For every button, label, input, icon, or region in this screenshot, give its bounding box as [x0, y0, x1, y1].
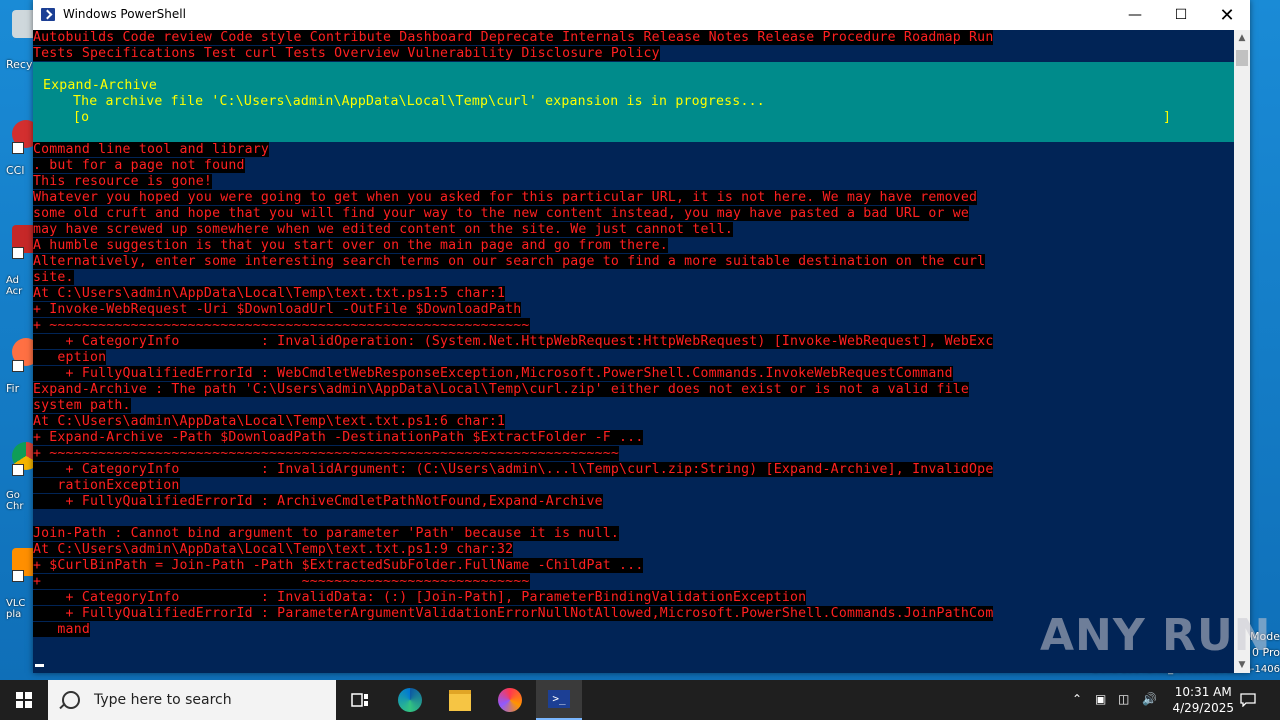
clock-date: 4/29/2025 — [1172, 701, 1234, 715]
file-explorer-icon[interactable] — [440, 680, 480, 720]
start-button[interactable] — [0, 680, 48, 720]
powershell-taskbar-icon[interactable]: >_ — [536, 680, 582, 720]
progress-panel: Expand-Archive The archive file 'C:\User… — [33, 62, 1234, 142]
error-line: + CategoryInfo : InvalidData: (:) [Join-… — [33, 590, 807, 605]
task-view-icon[interactable] — [340, 680, 380, 720]
error-line: eption — [33, 350, 107, 365]
close-button[interactable]: ✕ — [1204, 0, 1250, 30]
windows-logo-icon — [16, 692, 32, 708]
taskbar-clock[interactable]: 10:31 AM 4/29/2025 — [1172, 684, 1234, 716]
error-line: At C:\Users\admin\AppData\Local\Temp\tex… — [33, 414, 506, 429]
desktop-icon-label: Go Chr — [6, 490, 24, 512]
taskbar: Type here to search >_ ⌃ ▣ ◫ 🔊 10:31 AM … — [0, 680, 1280, 720]
error-line: + FullyQualifiedErrorId : ParameterArgum… — [33, 606, 994, 621]
error-line: mand — [33, 622, 90, 637]
minimize-button[interactable]: — — [1112, 0, 1158, 30]
firefox-icon[interactable]: Fir — [0, 338, 40, 398]
console-output[interactable]: Autobuilds Code review Code style Contri… — [33, 30, 1234, 673]
progress-bar-open: [o — [73, 110, 90, 125]
error-line: system path. — [33, 398, 131, 413]
taskbar-search-box[interactable]: Type here to search — [48, 680, 336, 720]
error-line: + ~~~~~~~~~~~~~~~~~~~~~~~~~~~~ — [33, 574, 530, 589]
ethernet-icon[interactable]: ◫ — [1118, 692, 1129, 706]
notification-icon[interactable] — [1234, 680, 1262, 720]
error-line: + FullyQualifiedErrorId : ArchiveCmdletP… — [33, 494, 603, 509]
show-hidden-icons-chevron-icon[interactable]: ⌃ — [1072, 692, 1082, 706]
anyrun-watermark: ANY RUN — [1040, 610, 1272, 661]
window-title: Windows PowerShell — [63, 7, 186, 21]
search-placeholder: Type here to search — [94, 692, 232, 708]
vlc-icon[interactable]: VLC pla — [0, 548, 40, 620]
desktop-icon-label: Fir — [6, 382, 20, 395]
error-output: Command line tool and library. but for a… — [33, 142, 994, 638]
error-line: + CategoryInfo : InvalidArgument: (C:\Us… — [33, 462, 994, 477]
vertical-scrollbar[interactable]: ▲ ▼ — [1234, 30, 1250, 673]
progress-activity: Expand-Archive — [43, 78, 157, 93]
desktop-icon-label: Recy — [6, 58, 33, 71]
progress-status: The archive file 'C:\Users\admin\AppData… — [73, 94, 765, 109]
error-line: . but for a page not found — [33, 158, 245, 173]
error-line: + FullyQualifiedErrorId : WebCmdletWebRe… — [33, 366, 953, 381]
error-line: + ~~~~~~~~~~~~~~~~~~~~~~~~~~~~~~~~~~~~~~… — [33, 318, 530, 333]
error-line: At C:\Users\admin\AppData\Local\Temp\tex… — [33, 542, 514, 557]
error-line: + Expand-Archive -Path $DownloadPath -De… — [33, 430, 644, 445]
desktop-icon-label: VLC pla — [6, 598, 26, 620]
error-line: This resource is gone! — [33, 174, 213, 189]
network-icon[interactable]: ▣ — [1095, 692, 1106, 706]
error-line: A humble suggestion is that you start ov… — [33, 238, 668, 253]
ccleaner-icon[interactable]: CCl — [0, 120, 40, 180]
error-line: Expand-Archive : The path 'C:\Users\admi… — [33, 382, 970, 397]
recycle-bin-icon[interactable]: Recy — [0, 10, 40, 71]
error-line: + Invoke-WebRequest -Uri $DownloadUrl -O… — [33, 302, 522, 317]
edge-icon[interactable] — [390, 680, 430, 720]
clock-time: 10:31 AM — [1174, 685, 1232, 699]
error-line: some old cruft and hope that you will fi… — [33, 206, 970, 221]
console-line: Autobuilds Code review Code style Contri… — [33, 30, 994, 45]
console-line: Tests Specifications Test curl Tests Ove… — [33, 46, 660, 61]
title-bar[interactable]: Windows PowerShell — ☐ ✕ — [33, 0, 1250, 30]
error-line: + ~~~~~~~~~~~~~~~~~~~~~~~~~~~~~~~~~~~~~~… — [33, 446, 620, 461]
firefox-taskbar-icon[interactable] — [490, 680, 530, 720]
error-line: may have screwed up somewhere when we ed… — [33, 222, 734, 237]
error-line: + $CurlBinPath = Join-Path -Path $Extrac… — [33, 558, 644, 573]
error-line: Whatever you hoped you were going to get… — [33, 190, 978, 205]
desktop-icon-label: Ad Acr — [6, 275, 23, 297]
powershell-icon — [41, 8, 55, 21]
error-line: site. — [33, 270, 74, 285]
progress-bar-close: ] — [1163, 110, 1172, 125]
chrome-icon[interactable]: Go Chr — [0, 442, 40, 512]
search-icon — [62, 691, 80, 709]
desktop-icon-label: CCl — [6, 164, 25, 177]
error-line: Join-Path : Cannot bind argument to para… — [33, 526, 620, 541]
error-line: + CategoryInfo : InvalidOperation: (Syst… — [33, 334, 994, 349]
scrollbar-thumb[interactable] — [1236, 50, 1248, 66]
powershell-window[interactable]: Windows PowerShell — ☐ ✕ Autobuilds Code… — [33, 0, 1250, 673]
error-line: rationException — [33, 478, 180, 493]
error-line: Command line tool and library — [33, 142, 270, 157]
acrobat-icon[interactable]: Ad Acr — [0, 225, 40, 297]
error-line: At C:\Users\admin\AppData\Local\Temp\tex… — [33, 286, 506, 301]
maximize-button[interactable]: ☐ — [1158, 0, 1204, 30]
scroll-up-arrow-icon[interactable]: ▲ — [1234, 30, 1250, 46]
text-cursor — [35, 664, 44, 667]
error-line: Alternatively, enter some interesting se… — [33, 254, 986, 269]
volume-icon[interactable]: 🔊 — [1142, 692, 1157, 706]
